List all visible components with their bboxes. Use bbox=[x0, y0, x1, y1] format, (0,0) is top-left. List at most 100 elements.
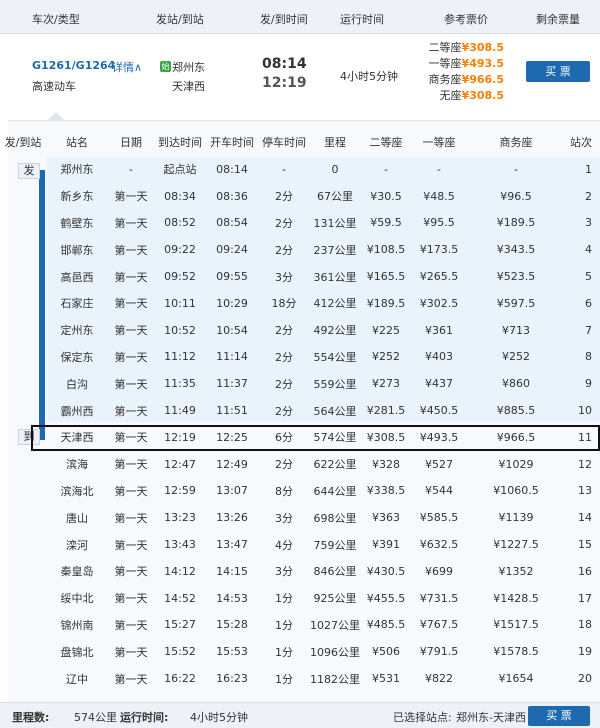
arrive-time: 12:19 bbox=[262, 75, 307, 91]
price-second-class: 二等座¥308.5 bbox=[428, 41, 504, 54]
stop-tag-cell bbox=[0, 531, 46, 558]
stop-cell: 1分 bbox=[275, 672, 293, 686]
footer-buy-button[interactable]: 买 票 bbox=[528, 706, 590, 726]
run-duration: 4小时5分钟 bbox=[340, 70, 398, 83]
stop-cell: ¥225 bbox=[372, 323, 400, 337]
stop-cell: 2 bbox=[585, 189, 592, 203]
stop-cell: 3分 bbox=[275, 565, 293, 579]
stop-tag-cell bbox=[0, 344, 46, 371]
stop-cell: ¥403 bbox=[425, 350, 453, 364]
stop-cell: 3分 bbox=[275, 511, 293, 525]
col-remaining-header: 剩余票量 bbox=[536, 13, 580, 26]
stop-cell: 67公里 bbox=[317, 190, 353, 204]
stop-row[interactable]: 鹤壁东 第一天 08:52 08:54 2分 131公里 ¥59.5 ¥95.5 ¥189.5 3 bbox=[0, 210, 600, 237]
stop-cell: 盘锦北 bbox=[60, 645, 94, 659]
stop-row[interactable]: 滨海 第一天 12:47 12:49 2分 622公里 ¥328 ¥527 ¥1029 12 bbox=[0, 451, 600, 478]
stop-cell: 2分 bbox=[275, 216, 293, 230]
stop-row[interactable]: 保定东 第一天 11:12 11:14 2分 554公里 ¥252 ¥403 ¥252 8 bbox=[0, 344, 600, 371]
stop-cell: 高邑西 bbox=[60, 270, 94, 284]
stop-cell: 16 bbox=[578, 564, 592, 578]
stop-row[interactable]: 石家庄 第一天 10:11 10:29 18分 412公里 ¥189.5 ¥302.5 ¥597… bbox=[0, 290, 600, 317]
stop-cell: 第一天 bbox=[114, 511, 148, 525]
to-station: 天津西 bbox=[172, 80, 205, 93]
stop-cell: 16:23 bbox=[216, 672, 248, 686]
col-duration-header: 运行时间 bbox=[340, 13, 384, 26]
stop-row[interactable]: 绥中北 第一天 14:52 14:53 1分 925公里 ¥455.5 ¥731.5 ¥1428… bbox=[0, 585, 600, 612]
stops-col-header: 一等座 bbox=[422, 136, 456, 149]
stops-col-header: 停车时间 bbox=[262, 136, 306, 149]
stop-cell: - bbox=[129, 162, 133, 176]
stop-cell: 09:52 bbox=[164, 270, 196, 284]
stops-col-header: 里程 bbox=[324, 136, 346, 149]
stop-row[interactable]: 辽中 第一天 16:22 16:23 1分 1182公里 ¥531 ¥822 ¥1654 20 bbox=[0, 665, 600, 692]
stop-cell: 5 bbox=[585, 270, 592, 284]
stop-cell: 10:29 bbox=[216, 296, 248, 310]
stop-cell: 08:14 bbox=[216, 162, 248, 176]
stop-cell: 秦皇岛 bbox=[60, 565, 94, 579]
stop-cell: 第一天 bbox=[114, 324, 148, 338]
stop-cell: 第一天 bbox=[114, 270, 148, 284]
train-number-link[interactable]: G1261/G1264 bbox=[32, 59, 115, 72]
stop-cell: 14:53 bbox=[216, 591, 248, 605]
stop-tag-cell bbox=[0, 585, 46, 612]
stop-row[interactable]: 滨海北 第一天 12:59 13:07 8分 644公里 ¥338.5 ¥544 ¥1060.5… bbox=[0, 478, 600, 505]
stop-row[interactable]: 郑州东 - 起点站 08:14 - 0 - - - 1 bbox=[0, 156, 600, 183]
stop-row[interactable]: 邯郸东 第一天 09:22 09:24 2分 237公里 ¥108.5 ¥173.5 ¥343.… bbox=[0, 236, 600, 263]
buy-ticket-button[interactable]: 买 票 bbox=[526, 61, 590, 82]
stop-cell: ¥527 bbox=[425, 457, 453, 471]
stop-row[interactable]: 滦河 第一天 13:43 13:47 4分 759公里 ¥391 ¥632.5 ¥1227.5 1… bbox=[0, 531, 600, 558]
stop-cell: 6 bbox=[585, 296, 592, 310]
stop-cell: 2分 bbox=[275, 324, 293, 338]
stop-cell: ¥252 bbox=[372, 350, 400, 364]
stop-row[interactable]: 新乡东 第一天 08:34 08:36 2分 67公里 ¥30.5 ¥48.5 ¥96.5 2 bbox=[0, 183, 600, 210]
stop-cell: ¥597.5 bbox=[496, 296, 536, 310]
stop-cell: 第一天 bbox=[114, 538, 148, 552]
stop-cell: 1分 bbox=[275, 645, 293, 659]
stop-cell: 08:52 bbox=[164, 216, 196, 230]
stop-cell: ¥860 bbox=[502, 377, 530, 391]
stop-row[interactable]: 唐山 第一天 13:23 13:26 3分 698公里 ¥363 ¥585.5 ¥1139 14 bbox=[0, 504, 600, 531]
stop-tag-cell bbox=[0, 665, 46, 692]
stop-cell: ¥731.5 bbox=[419, 591, 459, 605]
stop-cell: 3 bbox=[585, 216, 592, 230]
selected-value: 郑州东-天津西 bbox=[456, 711, 526, 724]
stop-row[interactable]: 定州东 第一天 10:52 10:54 2分 492公里 ¥225 ¥361 ¥713 7 bbox=[0, 317, 600, 344]
stop-row[interactable]: 霸州西 第一天 11:49 11:51 2分 564公里 ¥281.5 ¥450.5 ¥885.… bbox=[0, 397, 600, 424]
stop-cell: 滦河 bbox=[66, 538, 88, 552]
stop-cell: 0 bbox=[331, 162, 339, 176]
stop-row[interactable]: 白沟 第一天 11:35 11:37 2分 559公里 ¥273 ¥437 ¥860 9 bbox=[0, 370, 600, 397]
stop-cell: ¥338.5 bbox=[366, 484, 406, 498]
stops-header-row: 发/到站 站名 日期 到达时间 开车时间 停车时间 里程 二等座 一等座 商务座 站次 bbox=[0, 128, 600, 156]
stop-cell: 霸州西 bbox=[60, 404, 94, 418]
stop-cell: ¥430.5 bbox=[366, 564, 406, 578]
train-detail-toggle[interactable]: 详情∧ bbox=[112, 59, 142, 75]
stop-cell: 11:49 bbox=[164, 404, 196, 418]
stop-cell: ¥632.5 bbox=[419, 538, 459, 552]
stop-tag-cell bbox=[0, 558, 46, 585]
stop-cell: ¥544 bbox=[425, 484, 453, 498]
stops-col-header: 站次 bbox=[570, 136, 592, 149]
stop-cell: 14:52 bbox=[164, 591, 196, 605]
stop-cell: ¥791.5 bbox=[419, 645, 459, 659]
stop-row[interactable]: 秦皇岛 第一天 14:12 14:15 3分 846公里 ¥430.5 ¥699 ¥1352 16 bbox=[0, 558, 600, 585]
stop-cell: 08:36 bbox=[216, 189, 248, 203]
stop-row[interactable]: 盘锦北 第一天 15:52 15:53 1分 1096公里 ¥506 ¥791.5 ¥1578.… bbox=[0, 638, 600, 665]
col-stations-header: 发站/到站 bbox=[156, 13, 204, 26]
stop-cell: ¥437 bbox=[425, 377, 453, 391]
stop-cell: - bbox=[282, 162, 286, 176]
stop-cell: 1分 bbox=[275, 592, 293, 606]
stop-cell: 12:59 bbox=[164, 484, 196, 498]
stop-cell: ¥523.5 bbox=[496, 270, 536, 284]
stops-col-header: 站名 bbox=[66, 136, 88, 149]
stop-cell: ¥1654 bbox=[498, 672, 534, 686]
depart-time: 08:14 bbox=[262, 56, 307, 72]
footer-bar: 里程数: 574公里 运行时间: 4小时5分钟 已选择站点: 郑州东-天津西 买… bbox=[0, 702, 600, 728]
stop-cell: ¥1428.5 bbox=[493, 591, 539, 605]
stop-row[interactable]: 锦州南 第一天 15:27 15:28 1分 1027公里 ¥485.5 ¥767.5 ¥151… bbox=[0, 612, 600, 639]
stop-cell: 锦州南 bbox=[60, 618, 94, 632]
stops-col-header: 日期 bbox=[120, 136, 142, 149]
stop-row[interactable]: 高邑西 第一天 09:52 09:55 3分 361公里 ¥165.5 ¥265.5 ¥523.… bbox=[0, 263, 600, 290]
stop-tag-cell bbox=[0, 263, 46, 290]
stop-cell: 1分 bbox=[275, 618, 293, 632]
stop-cell: 2分 bbox=[275, 404, 293, 418]
